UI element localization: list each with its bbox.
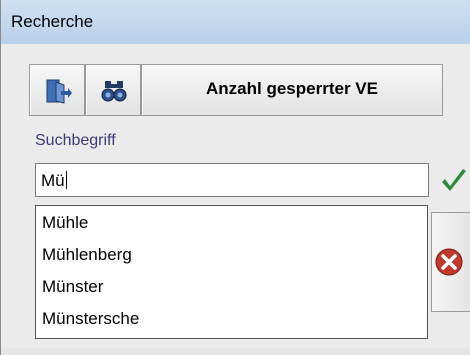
list-item[interactable]: Mühlenberg: [42, 245, 132, 265]
recherche-window: Recherche Anzahl gesperrter VE Suchbegri…: [0, 0, 470, 355]
suggestion-list[interactable]: Mühle Mühlenberg Münster Münstersche: [35, 205, 428, 339]
list-item[interactable]: Münstersche: [42, 309, 139, 329]
search-term-label: Suchbegriff: [35, 132, 116, 149]
window-title: Recherche: [11, 12, 94, 31]
binoculars-icon: [101, 81, 127, 102]
checkmark-icon[interactable]: [439, 167, 469, 197]
locked-count-label: Anzahl gesperrter VE: [206, 79, 378, 98]
search-button[interactable]: [85, 64, 141, 116]
locked-count-button[interactable]: Anzahl gesperrter VE: [141, 64, 443, 116]
search-input-value: Mü: [41, 171, 67, 190]
title-bar: Recherche: [1, 0, 470, 44]
cancel-icon: [435, 248, 463, 276]
cancel-button[interactable]: [431, 212, 470, 312]
text-caret: [65, 171, 67, 189]
exit-door-icon: [46, 79, 72, 104]
list-item[interactable]: Münster: [42, 277, 103, 297]
window-bottom-edge: [1, 348, 470, 355]
search-input[interactable]: Mü: [35, 163, 429, 197]
list-item[interactable]: Mühle: [42, 213, 88, 233]
exit-button[interactable]: [29, 64, 85, 116]
